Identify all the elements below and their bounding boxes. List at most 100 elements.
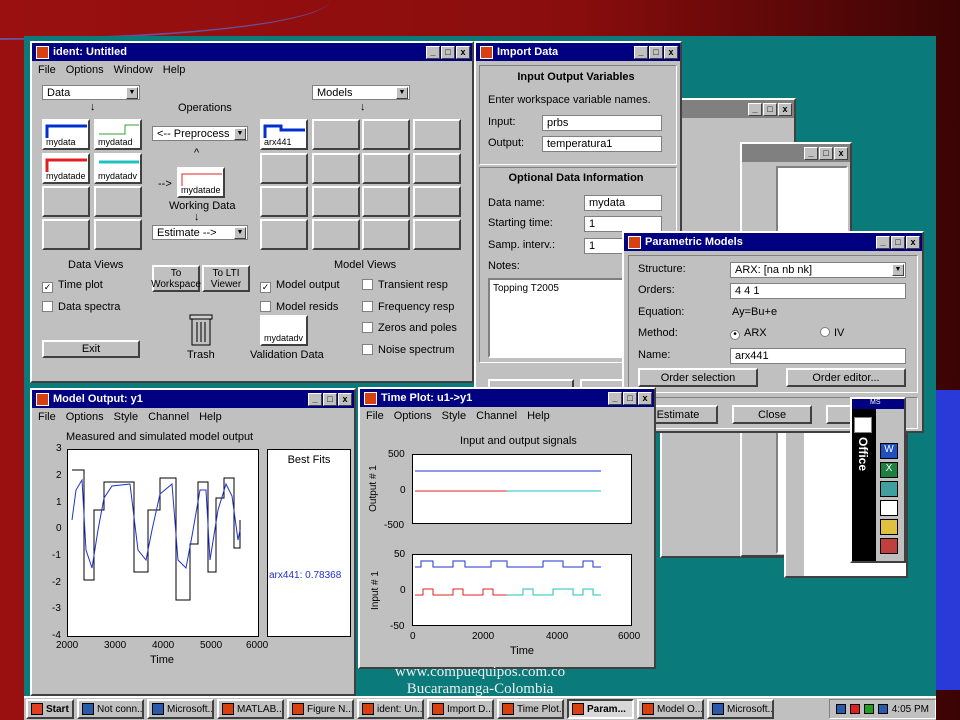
taskbar-item[interactable]: Figure N... — [287, 699, 354, 719]
to-ltiviewer-button[interactable]: To LTI Viewer — [202, 265, 250, 292]
close-button[interactable]: x — [456, 45, 470, 59]
working-data-slot[interactable]: mydatade — [177, 167, 225, 198]
maximize-button[interactable]: □ — [623, 391, 637, 405]
model-slot-empty[interactable] — [362, 186, 410, 217]
trash-icon[interactable] — [188, 313, 214, 347]
close-button[interactable]: x — [638, 391, 652, 405]
tray-icon[interactable] — [863, 704, 874, 714]
data-slot-empty[interactable] — [42, 219, 90, 250]
find-icon[interactable] — [880, 519, 898, 535]
menu-help[interactable]: Help — [163, 64, 186, 76]
output-field[interactable]: temperatura1 — [542, 136, 662, 152]
model-slot-empty[interactable] — [312, 219, 360, 250]
taskbar-item[interactable]: Time Plot... — [497, 699, 564, 719]
validation-data-slot[interactable]: mydatadv — [260, 315, 308, 346]
office-tools-icon[interactable] — [880, 538, 898, 554]
model-slot-empty[interactable] — [312, 153, 360, 184]
tray-icon[interactable] — [877, 704, 888, 714]
maximize-button[interactable]: □ — [323, 392, 337, 406]
models-select[interactable]: Models ▼ — [312, 85, 410, 100]
excel-icon[interactable]: X — [880, 462, 898, 478]
model-slot-arx441[interactable]: arx441 — [260, 119, 308, 150]
dataname-field[interactable]: mydata — [584, 195, 662, 211]
word-icon[interactable]: W — [880, 443, 898, 459]
minimize-button[interactable]: _ — [634, 45, 648, 59]
name-field[interactable]: arx441 — [730, 348, 906, 364]
menu-options[interactable]: Options — [394, 410, 432, 422]
model-slot-empty[interactable] — [362, 119, 410, 150]
data-slot-mydata[interactable]: mydata — [42, 119, 90, 150]
estimate-select[interactable]: Estimate --> ▼ — [152, 225, 248, 240]
start-button[interactable]: Start — [26, 699, 74, 719]
contacts-icon[interactable] — [880, 500, 898, 516]
structure-select[interactable]: ARX: [na nb nk] ▼ — [730, 262, 906, 278]
menu-help[interactable]: Help — [199, 411, 222, 423]
menu-channel[interactable]: Channel — [476, 410, 517, 422]
data-slot-mydatadv[interactable]: mydatadv — [94, 153, 142, 184]
data-slot-empty[interactable] — [42, 186, 90, 217]
taskbar-item[interactable]: Model O... — [637, 699, 704, 719]
time-plot-window[interactable]: Time Plot: u1->y1 _ □ x File Options Style… — [358, 387, 656, 669]
zeros-poles-checkbox[interactable]: Zeros and poles — [362, 322, 457, 334]
maximize-button[interactable]: □ — [649, 45, 663, 59]
close-button[interactable]: x — [906, 235, 920, 249]
time-plot-checkbox[interactable]: ✓ Time plot — [42, 279, 103, 293]
data-spectra-checkbox[interactable]: Data spectra — [42, 301, 120, 313]
data-select[interactable]: Data ▼ — [42, 85, 140, 100]
minimize-button[interactable]: _ — [608, 391, 622, 405]
menu-options[interactable]: Options — [66, 64, 104, 76]
menu-file[interactable]: File — [38, 64, 56, 76]
taskbar-item[interactable]: Not conn... — [77, 699, 144, 719]
model-slot-empty[interactable] — [413, 186, 461, 217]
model-resids-checkbox[interactable]: Model resids — [260, 301, 338, 313]
model-slot-empty[interactable] — [413, 153, 461, 184]
order-editor-button[interactable]: Order editor... — [786, 368, 906, 387]
model-slot-empty[interactable] — [260, 186, 308, 217]
order-selection-button[interactable]: Order selection — [638, 368, 758, 387]
model-slot-empty[interactable] — [413, 119, 461, 150]
taskbar-item[interactable]: MATLAB... — [217, 699, 284, 719]
close-dialog-button[interactable]: Close — [732, 405, 812, 424]
menu-channel[interactable]: Channel — [148, 411, 189, 423]
tray-icon[interactable] — [849, 704, 860, 714]
data-slot-mydatad[interactable]: mydatad — [94, 119, 142, 150]
menu-options[interactable]: Options — [66, 411, 104, 423]
menu-style[interactable]: Style — [442, 410, 466, 422]
model-slot-empty[interactable] — [260, 219, 308, 250]
iv-radio[interactable]: IV — [820, 327, 844, 339]
menu-file[interactable]: File — [38, 411, 56, 423]
input-field[interactable]: prbs — [542, 115, 662, 131]
to-workspace-button[interactable]: To Workspace — [151, 265, 201, 292]
menu-style[interactable]: Style — [114, 411, 138, 423]
data-slot-empty[interactable] — [94, 186, 142, 217]
menu-file[interactable]: File — [366, 410, 384, 422]
minimize-button[interactable]: _ — [308, 392, 322, 406]
model-output-checkbox[interactable]: ✓ Model output — [260, 279, 340, 293]
noise-spectrum-checkbox[interactable]: Noise spectrum — [362, 344, 454, 356]
preprocess-select[interactable]: <-- Preprocess ▼ — [152, 126, 248, 141]
minimize-button[interactable]: _ — [426, 45, 440, 59]
taskbar-item[interactable]: Microsoft... — [707, 699, 774, 719]
frequency-resp-checkbox[interactable]: Frequency resp — [362, 301, 454, 313]
ident-window[interactable]: ident: Untitled _ □ x File Options Window … — [30, 41, 474, 383]
close-button[interactable]: x — [338, 392, 352, 406]
exit-button[interactable]: Exit — [42, 340, 140, 358]
minimize-button[interactable]: _ — [876, 235, 890, 249]
model-output-window[interactable]: Model Output: y1 _ □ x File Options Style … — [30, 388, 356, 696]
model-slot-empty[interactable] — [413, 219, 461, 250]
tray-icon[interactable] — [835, 704, 846, 714]
close-button[interactable]: x — [664, 45, 678, 59]
taskbar-item[interactable]: Microsoft... — [147, 699, 214, 719]
model-slot-empty[interactable] — [362, 219, 410, 250]
model-slot-empty[interactable] — [312, 186, 360, 217]
data-slot-mydatade[interactable]: mydatade — [42, 153, 90, 184]
maximize-button[interactable]: □ — [891, 235, 905, 249]
model-slot-empty[interactable] — [260, 153, 308, 184]
office-shortcut-bar[interactable]: MS Office W X — [850, 397, 906, 563]
outlook-icon[interactable] — [880, 481, 898, 497]
orders-field[interactable]: 4 4 1 — [730, 283, 906, 299]
menu-window[interactable]: Window — [114, 64, 153, 76]
taskbar-item[interactable]: ident: Un... — [357, 699, 424, 719]
taskbar-item[interactable]: Import D... — [427, 699, 494, 719]
transient-resp-checkbox[interactable]: Transient resp — [362, 279, 448, 291]
